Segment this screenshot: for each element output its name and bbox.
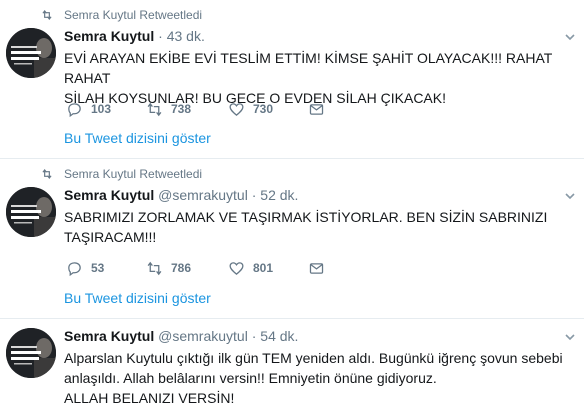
- like-button[interactable]: 730: [228, 100, 273, 118]
- message-button[interactable]: [308, 259, 325, 277]
- retweet-icon: [147, 102, 162, 116]
- like-count: 801: [253, 261, 274, 275]
- message-icon: [309, 103, 324, 115]
- separator: ·: [251, 328, 257, 344]
- tweet-actions: 53 786 801: [64, 259, 464, 277]
- tweet-header: Semra Kuytul · 43 dk.: [64, 28, 205, 44]
- retweet-icon: [147, 261, 162, 275]
- tweet-text-line: Alparslan Kuytulu çıktığı ilk gün TEM ye…: [64, 350, 563, 366]
- tweet[interactable]: Semra Kuytul Retweetledi Semra Kuytul @s…: [0, 159, 584, 318]
- reply-button[interactable]: 53: [66, 259, 104, 277]
- user-handle[interactable]: @semrakuytul: [158, 328, 248, 344]
- user-handle[interactable]: @semrakuytul: [158, 187, 248, 203]
- retweet-label: Semra Kuytul Retweetledi: [64, 8, 203, 22]
- like-icon: [229, 102, 244, 116]
- chevron-down-icon[interactable]: [564, 190, 576, 202]
- tweet-text-line: EVİ ARAYAN EKİBE EVİ TESLİM ETTİM! KİMSE…: [64, 50, 553, 86]
- chevron-down-icon[interactable]: [564, 31, 576, 43]
- retweet-count: 738: [171, 102, 192, 116]
- like-icon: [229, 261, 244, 275]
- reply-icon: [68, 261, 81, 276]
- reply-button[interactable]: 103: [66, 100, 111, 118]
- timestamp[interactable]: 43 dk.: [167, 28, 205, 44]
- retweet-count: 786: [171, 261, 192, 275]
- retweet-context: Semra Kuytul Retweetledi: [0, 7, 584, 23]
- tweet-header: Semra Kuytul @semrakuytul · 54 dk.: [64, 328, 298, 344]
- retweet-button[interactable]: 738: [146, 100, 191, 118]
- reply-count: 53: [91, 261, 105, 275]
- tweet-text: EVİ ARAYAN EKİBE EVİ TESLİM ETTİM! KİMSE…: [64, 48, 564, 108]
- timeline: Semra Kuytul Retweetledi Semra Kuytul · …: [0, 0, 584, 420]
- retweet-label: Semra Kuytul Retweetledi: [64, 167, 203, 181]
- retweet-context: Semra Kuytul Retweetledi: [0, 166, 584, 182]
- tweet[interactable]: Semra Kuytul Retweetledi Semra Kuytul · …: [0, 0, 584, 158]
- like-button[interactable]: 801: [228, 259, 273, 277]
- tweet-text-line: SABRIMIZI ZORLAMAK VE TAŞIRMAK İSTİYORLA…: [64, 209, 548, 225]
- display-name[interactable]: Semra Kuytul: [64, 328, 154, 344]
- tweet-text-line: TAŞIRACAM!!!: [64, 229, 157, 245]
- avatar[interactable]: [6, 28, 56, 78]
- separator: ·: [251, 187, 257, 203]
- tweet-text: Alparslan Kuytulu çıktığı ilk gün TEM ye…: [64, 348, 564, 408]
- display-name[interactable]: Semra Kuytul: [64, 187, 154, 203]
- avatar[interactable]: [6, 328, 56, 378]
- tweet-actions: 103 738 730: [64, 100, 464, 118]
- timestamp[interactable]: 52 dk.: [260, 187, 298, 203]
- show-thread-link[interactable]: Bu Tweet dizisini göster: [64, 290, 211, 306]
- tweet[interactable]: Semra Kuytul @semrakuytul · 54 dk. Alpar…: [0, 319, 584, 420]
- like-count: 730: [253, 102, 274, 116]
- avatar[interactable]: [6, 187, 56, 237]
- tweet-text-line: ALLAH BELANIZI VERSİN!: [64, 390, 235, 406]
- display-name[interactable]: Semra Kuytul: [64, 28, 154, 44]
- separator: ·: [158, 28, 163, 44]
- tweet-text: SABRIMIZI ZORLAMAK VE TAŞIRMAK İSTİYORLA…: [64, 207, 564, 247]
- show-thread-link[interactable]: Bu Tweet dizisini göster: [64, 130, 211, 146]
- retweet-icon: [42, 168, 52, 180]
- retweet-button[interactable]: 786: [146, 259, 191, 277]
- tweet-text-line: anlaşıldı. Allah belâlarını versin!! Emn…: [64, 370, 437, 386]
- tweet-header: Semra Kuytul @semrakuytul · 52 dk.: [64, 187, 298, 203]
- chevron-down-icon[interactable]: [564, 331, 576, 343]
- timestamp[interactable]: 54 dk.: [260, 328, 298, 344]
- retweet-icon: [42, 9, 52, 21]
- message-icon: [309, 262, 324, 274]
- reply-count: 103: [91, 102, 112, 116]
- reply-icon: [68, 102, 81, 117]
- message-button[interactable]: [308, 100, 325, 118]
